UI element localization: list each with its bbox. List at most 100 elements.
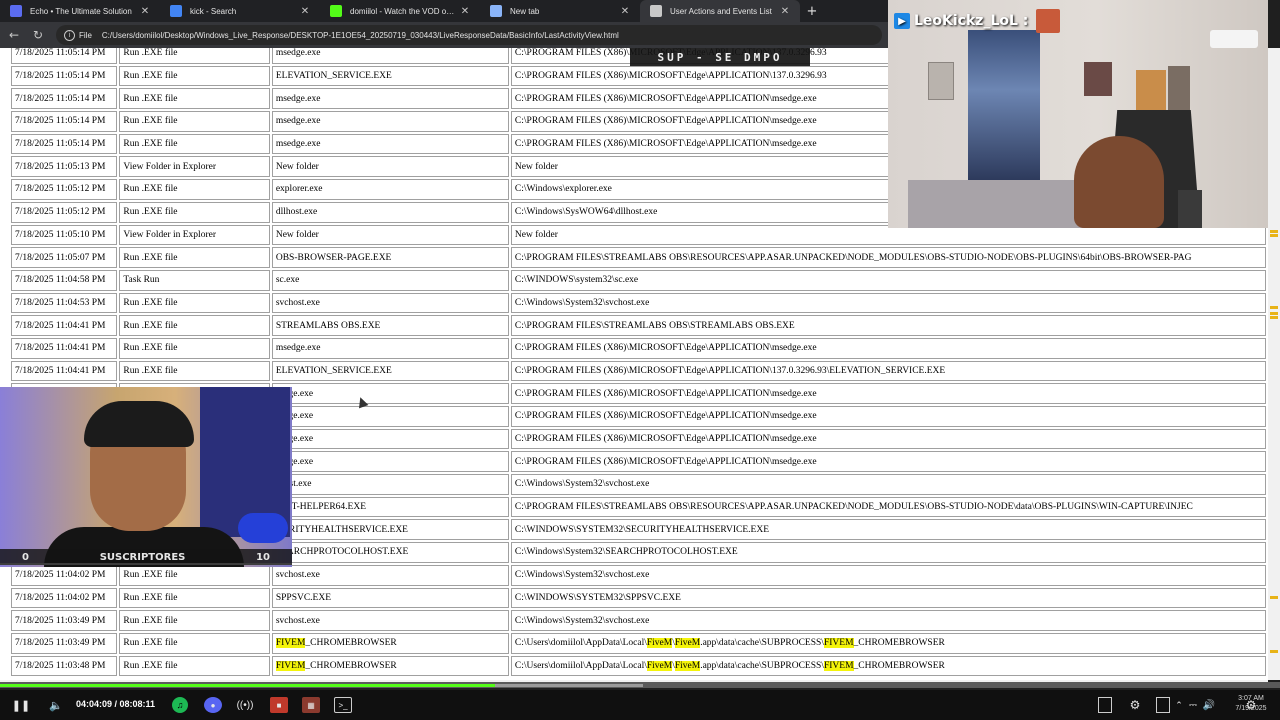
terminal-icon[interactable]: >_ <box>334 697 352 713</box>
info-icon[interactable]: i <box>64 29 75 41</box>
table-row: 7/18/2025 11:04:58 PM Task Run sc.exe C:\WI… <box>11 269 1266 291</box>
action-type-cell: Run .EXE file <box>119 111 270 132</box>
filename-cell: sedge.exe <box>271 451 509 473</box>
event-time-cell: 7/18/2025 11:03:49 PM <box>11 632 118 654</box>
event-time-cell: 7/18/2025 11:05:12 PM <box>11 201 118 223</box>
volume-icon[interactable]: 🔈 <box>46 697 66 713</box>
full-path-cell: C:\Windows\System32\svchost.exe <box>510 564 1266 586</box>
action-type-cell: Run .EXE file <box>119 179 270 200</box>
search-highlight: FiveM <box>674 660 701 671</box>
address-bar[interactable]: i File C:/Users/domiilol/Desktop/Windows… <box>56 25 882 45</box>
filename-cell: CURITYHEALTHSERVICE.EXE <box>271 519 509 541</box>
back-icon[interactable]: ← <box>4 25 24 45</box>
tab-label: Echo • The Ultimate Solution <box>30 6 132 16</box>
avatar <box>1036 9 1061 33</box>
browser-toolbar: ← ↻ i File C:/Users/domiilol/Desktop/Win… <box>0 22 888 48</box>
video-timecode: 04:04:09 / 08:08:11 <box>76 699 156 709</box>
discord-icon[interactable]: ● <box>204 697 222 713</box>
action-type-cell: Run .EXE file <box>119 337 270 359</box>
url-text: C:/Users/domiilol/Desktop/Windows_Live_R… <box>101 30 619 40</box>
search-match-marker <box>1270 312 1278 315</box>
full-path-cell: C:\PROGRAM FILES\STREAMLABS OBS\RESOURCE… <box>510 496 1266 518</box>
filename-cell: msedge.exe <box>271 111 509 132</box>
app-icon[interactable]: ▦ <box>302 697 320 713</box>
full-path-cell: C:\Windows\System32\svchost.exe <box>510 292 1266 314</box>
play-pause-icon[interactable]: ❚❚ <box>8 697 34 713</box>
browser-tab[interactable]: Echo • The Ultimate Solution ✕ <box>0 0 160 22</box>
event-time-cell: 7/18/2025 11:03:48 PM <box>11 655 118 677</box>
subs-goal-title: SUSCRIPTORES <box>99 551 186 563</box>
action-type-cell: Run .EXE file <box>119 655 270 677</box>
filename-cell: msedge.exe <box>271 48 509 64</box>
search-match-marker <box>1270 596 1278 599</box>
browser-tab[interactable]: domiilol - Watch the VOD on Kick ✕ <box>320 0 480 22</box>
speaker-icon[interactable]: 🔊 <box>1202 697 1216 713</box>
filename-cell: sedge.exe <box>271 428 509 450</box>
event-time-cell: 7/18/2025 11:04:58 PM <box>11 269 118 291</box>
action-type-cell: Run .EXE file <box>119 315 270 336</box>
action-type-cell: Run .EXE file <box>119 201 270 223</box>
close-tab-icon[interactable]: ✕ <box>618 6 632 17</box>
tab-label: kick - Search <box>190 6 237 16</box>
streamer-facecam <box>0 387 292 567</box>
filename-cell: FIVEM_CHROMEBROWSER <box>271 655 509 677</box>
newtab-icon <box>490 5 502 17</box>
close-tab-icon[interactable]: ✕ <box>138 6 152 17</box>
full-path-cell: C:\PROGRAM FILES\STREAMLABS OBS\STREAMLA… <box>510 315 1266 336</box>
event-time-cell: 7/18/2025 11:04:41 PM <box>11 337 118 359</box>
video-timeline[interactable] <box>0 682 1280 688</box>
full-path-cell: C:\WINDOWS\SYSTEM32\SECURITYHEALTHSERVIC… <box>510 519 1266 541</box>
filename-cell: New folder <box>271 224 509 246</box>
settings-icon[interactable]: ⚙ <box>1128 697 1142 713</box>
new-tab-icon[interactable]: + <box>800 0 824 22</box>
filename-cell: ELEVATION_SERVICE.EXE <box>271 65 509 87</box>
filename-cell: sc.exe <box>271 269 509 291</box>
close-tab-icon[interactable]: ✕ <box>458 6 472 17</box>
chevron-up-icon[interactable]: ⌃ <box>1174 697 1184 713</box>
event-time-cell: 7/18/2025 11:05:14 PM <box>11 88 118 110</box>
close-tab-icon[interactable]: ✕ <box>298 6 312 17</box>
streamer-name: LeoKickz_LoL : <box>914 13 1029 29</box>
full-path-cell: C:\Windows\System32\svchost.exe <box>510 610 1266 631</box>
spotify-icon[interactable]: ♫ <box>172 697 188 713</box>
streamer-webcam: ▶ LeoKickz_LoL : <box>888 0 1268 228</box>
event-time-cell: 7/18/2025 11:04:02 PM <box>11 564 118 586</box>
filename-cell: sedge.exe <box>271 383 509 404</box>
browser-tab[interactable]: User Actions and Events List ✕ <box>640 0 800 22</box>
action-type-cell: Run .EXE file <box>119 292 270 314</box>
theater-mode-icon[interactable] <box>1156 697 1170 713</box>
action-type-cell: Run .EXE file <box>119 88 270 110</box>
action-type-cell: Run .EXE file <box>119 48 270 64</box>
streamer-name-label: ▶ LeoKickz_LoL : <box>894 8 1061 34</box>
filename-cell: OBS-BROWSER-PAGE.EXE <box>271 247 509 268</box>
google-g-icon <box>170 5 182 17</box>
action-type-cell: View Folder in Explorer <box>119 224 270 246</box>
full-path-cell: C:\WINDOWS\system32\sc.exe <box>510 269 1266 291</box>
app-icon[interactable]: ■ <box>270 697 288 713</box>
event-time-cell: 7/18/2025 11:04:53 PM <box>11 292 118 314</box>
filename-cell: msedge.exe <box>271 133 509 155</box>
url-scheme: File <box>79 30 92 40</box>
browser-tab[interactable]: kick - Search ✕ <box>160 0 320 22</box>
full-path-cell: C:\Windows\System32\SEARCHPROTOCOLHOST.E… <box>510 542 1266 563</box>
action-type-cell: Run .EXE file <box>119 133 270 155</box>
miniplayer-icon[interactable] <box>1098 697 1112 713</box>
close-tab-icon[interactable]: ✕ <box>778 6 792 17</box>
browser-tab[interactable]: New tab ✕ <box>480 0 640 22</box>
network-icon[interactable]: ⎓ <box>1186 697 1200 713</box>
action-type-cell: Run .EXE file <box>119 360 270 382</box>
broadcast-icon[interactable]: ((•)) <box>236 697 254 713</box>
tab-label: domiilol - Watch the VOD on Kick <box>350 6 458 16</box>
clock-date: 7/19/2025 <box>1235 705 1267 712</box>
filename-cell: dllhost.exe <box>271 201 509 223</box>
timeline-buffered <box>495 684 643 687</box>
action-type-cell: Run .EXE file <box>119 564 270 586</box>
reload-icon[interactable]: ↻ <box>28 25 48 45</box>
filename-cell: msedge.exe <box>271 88 509 110</box>
filename-cell: svchost.exe <box>271 610 509 631</box>
vertical-scrollbar[interactable] <box>1268 48 1280 680</box>
filename-cell: msedge.exe <box>271 337 509 359</box>
echo-logo-icon <box>10 5 22 17</box>
event-time-cell: 7/18/2025 11:04:02 PM <box>11 587 118 609</box>
table-row: 7/18/2025 11:04:53 PM Run .EXE file svchos… <box>11 292 1266 314</box>
